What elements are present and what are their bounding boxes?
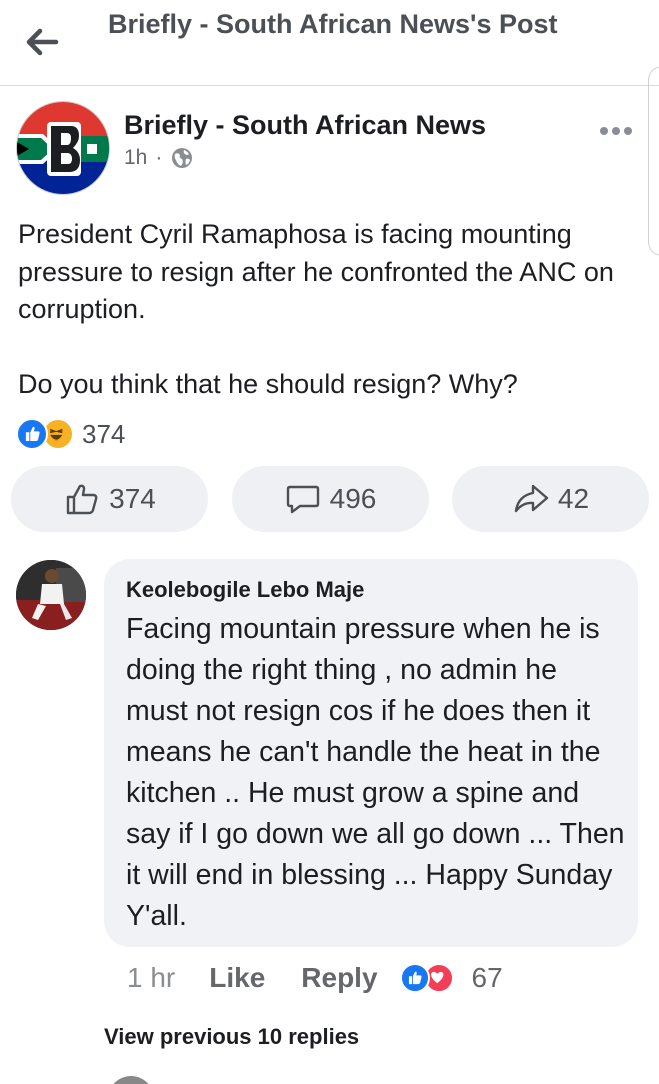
- comment-like-button[interactable]: Like: [209, 962, 265, 994]
- page-name[interactable]: Briefly - South African News: [124, 110, 486, 141]
- comment-count: 496: [329, 483, 377, 514]
- post-text-paragraph-1: President Cyril Ramaphosa is facing moun…: [18, 219, 614, 324]
- comment-reactions[interactable]: 67: [399, 962, 503, 994]
- comment-text: Facing mountain pressure when he is doin…: [126, 613, 625, 932]
- comment-button[interactable]: 496: [231, 466, 429, 532]
- top-bar: Briefly - South African News's Post: [0, 0, 659, 86]
- comment-time[interactable]: 1 hr: [127, 962, 175, 994]
- share-arrow-icon: [514, 484, 549, 513]
- post-time[interactable]: 1h: [124, 146, 147, 170]
- view-previous-replies-link[interactable]: View previous 10 replies: [104, 1024, 359, 1050]
- like-reaction-icon: [399, 963, 430, 993]
- reaction-summary[interactable]: 374: [16, 418, 125, 450]
- meta-separator: ·: [155, 146, 163, 169]
- more-horizontal-icon[interactable]: [600, 116, 642, 146]
- briefly-logo: [17, 102, 109, 194]
- comment-reply-button[interactable]: Reply: [301, 962, 377, 994]
- globe-icon: [170, 146, 194, 170]
- like-reaction-icon: [16, 418, 48, 450]
- next-reply-avatar[interactable]: [108, 1076, 154, 1084]
- like-button[interactable]: 374: [11, 466, 208, 532]
- thumbs-up-icon: [66, 484, 98, 515]
- like-count: 374: [109, 483, 156, 514]
- arrow-left-icon[interactable]: [22, 22, 62, 62]
- comment-footer: 1 hr Like Reply 67: [127, 962, 503, 994]
- commenter-avatar[interactable]: [16, 560, 86, 630]
- page-title: Briefly - South African News's Post: [108, 9, 558, 39]
- comment-bubble-icon: [286, 485, 319, 514]
- comment-reaction-count: 67: [471, 962, 503, 993]
- post-text: President Cyril Ramaphosa is facing moun…: [18, 216, 638, 403]
- post-meta: 1h ·: [124, 146, 194, 170]
- scrollbar: [648, 66, 659, 256]
- post-text-paragraph-2: Do you think that he should resign? Why?: [18, 368, 518, 399]
- comment-author[interactable]: Keolebogile Lebo Maje: [126, 577, 364, 603]
- page-avatar[interactable]: [16, 101, 110, 195]
- share-button[interactable]: 42: [452, 466, 649, 532]
- share-count: 42: [557, 483, 590, 514]
- comment-bubble[interactable]: Keolebogile Lebo Maje Facing mountain pr…: [104, 559, 638, 947]
- post-actions: 374 496 42: [11, 466, 649, 532]
- reaction-count: 374: [82, 418, 126, 449]
